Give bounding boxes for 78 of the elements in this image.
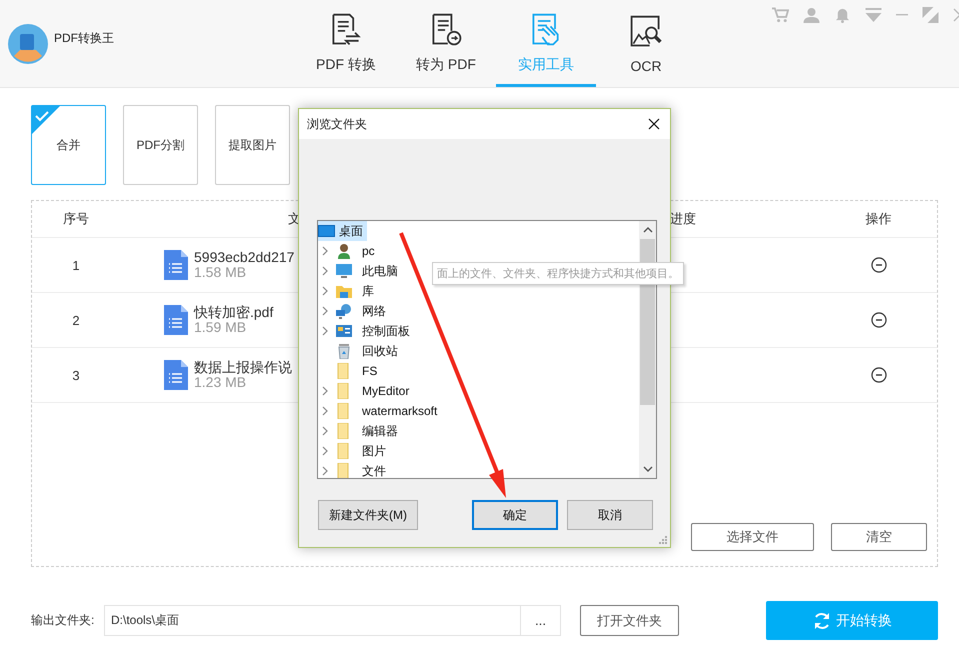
tree-item[interactable]: 网络 (360, 302, 388, 320)
dialog-button[interactable]: 确定 (472, 500, 558, 530)
chevron-icon[interactable] (322, 386, 328, 396)
network-icon (336, 303, 352, 319)
remove-icon[interactable] (870, 312, 886, 328)
tool-card[interactable]: 合并 (31, 105, 106, 185)
tree-item[interactable]: 图片 (360, 442, 388, 460)
chevron-icon[interactable] (322, 286, 328, 296)
file-size: 1.58 MB (194, 265, 248, 280)
nav-tab[interactable]: OCR (596, 0, 696, 87)
dropdown-icon[interactable] (865, 7, 882, 23)
app-title: PDF转换王 (54, 30, 114, 47)
control-panel-icon (336, 323, 352, 339)
chevron-icon[interactable] (322, 426, 328, 436)
scroll-up-icon[interactable] (642, 227, 652, 233)
output-folder-field[interactable]: D:\tools\桌面 (104, 605, 521, 636)
tree-item[interactable]: MyEditor (360, 384, 412, 398)
chevron-icon[interactable] (322, 306, 328, 316)
row-number: 2 (71, 312, 81, 328)
chevron-icon[interactable] (322, 466, 328, 476)
tool-card[interactable]: 提取图片 (215, 105, 290, 185)
user-icon[interactable] (803, 7, 820, 23)
file-name: 5993ecb2dd217 (194, 250, 294, 265)
scroll-down-icon[interactable] (642, 466, 652, 472)
document-icon (164, 360, 188, 390)
remove-icon[interactable] (870, 367, 886, 383)
maximize-icon[interactable] (922, 7, 939, 23)
tree-item[interactable]: 此电脑 (360, 262, 400, 280)
file-size: 1.23 MB (194, 375, 248, 390)
row-number: 1 (71, 258, 81, 272)
clear-button[interactable]: 清空 (831, 523, 927, 551)
document-icon (164, 305, 188, 335)
nav-tab[interactable]: PDF 转换 (296, 0, 396, 87)
open-folder-button[interactable]: 打开文件夹 (580, 605, 679, 636)
chevron-icon[interactable] (322, 326, 328, 336)
select-files-button[interactable]: 选择文件 (691, 523, 814, 551)
tree-item[interactable]: 编辑器 (360, 422, 400, 440)
dialog-button[interactable]: 取消 (567, 500, 653, 530)
recycle-bin-icon (336, 343, 352, 359)
column-header: 进度 (669, 210, 697, 228)
column-header: 序号 (62, 210, 90, 228)
monitor-icon (336, 263, 352, 279)
cart-icon[interactable] (772, 7, 789, 23)
tree-item[interactable]: watermarksoft (360, 404, 440, 418)
file-size: 1.59 MB (194, 320, 248, 335)
tree-item[interactable]: 文件 (360, 462, 388, 478)
tree-item[interactable]: pc (360, 244, 377, 258)
tree-item[interactable]: 桌面 (318, 221, 367, 241)
file-name: 数据上报操作说 (194, 360, 292, 375)
chevron-icon[interactable] (322, 446, 328, 456)
dialog-button[interactable]: 新建文件夹(M) (318, 500, 418, 530)
grip-icon (659, 536, 667, 544)
tree-item[interactable]: 库 (360, 282, 376, 300)
tree-item[interactable]: 回收站 (360, 342, 400, 360)
browse-button[interactable]: ... (521, 605, 561, 636)
tooltip: 面上的文件、文件夹、程序快捷方式和其他项目。 (432, 262, 684, 285)
output-folder-label: 输出文件夹: (31, 612, 96, 629)
tree-item[interactable]: 控制面板 (360, 322, 412, 340)
app-logo-icon (6, 22, 50, 66)
bell-icon[interactable] (834, 7, 851, 23)
chevron-icon[interactable] (322, 406, 328, 416)
file-name: 快转加密.pdf (194, 305, 274, 320)
minimize-icon[interactable] (896, 14, 908, 16)
user-icon (336, 243, 352, 259)
column-header: 操作 (864, 210, 892, 228)
nav-tab[interactable]: 转为 PDF (396, 0, 496, 87)
document-icon (164, 250, 188, 280)
refresh-icon (812, 610, 832, 630)
check-corner-icon (32, 106, 60, 134)
tree-item[interactable]: FS (360, 364, 380, 378)
library-icon (336, 283, 352, 299)
tool-card[interactable]: PDF分割 (123, 105, 198, 185)
chevron-icon[interactable] (322, 266, 328, 276)
remove-icon[interactable] (870, 257, 886, 273)
chevron-icon[interactable] (322, 246, 328, 256)
close-icon[interactable] (648, 118, 660, 130)
dialog-title: 浏览文件夹 (307, 116, 367, 132)
row-number: 3 (71, 368, 81, 382)
